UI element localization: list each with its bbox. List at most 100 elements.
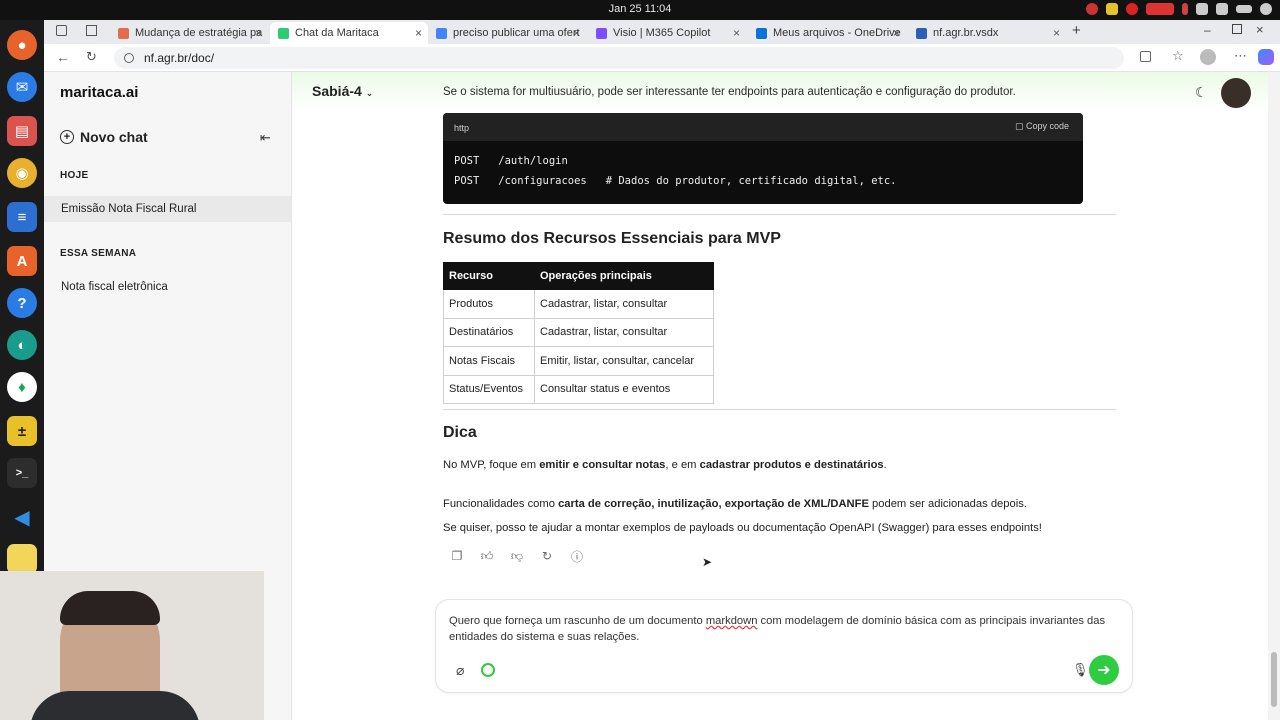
favorites-icon[interactable]: ☆: [1172, 48, 1184, 64]
firefox-icon[interactable]: ●: [7, 30, 37, 60]
tip-heading: Dica: [443, 424, 477, 441]
message-input[interactable]: Quero que forneça um rascunho de um docu…: [449, 613, 1109, 645]
webcam-shirt: [30, 691, 200, 720]
close-icon[interactable]: ×: [573, 26, 580, 40]
record-icon[interactable]: [1126, 3, 1138, 15]
tab-favicon-icon: [118, 27, 129, 39]
later-paragraph: Funcionalidades como carta de correção, …: [443, 498, 1027, 510]
offer-paragraph: Se quiser, posso te ajudar a montar exem…: [443, 522, 1042, 534]
table-cell: Cadastrar, listar, consultar: [534, 317, 714, 347]
tab-favicon-icon: [278, 27, 289, 39]
divider: [443, 214, 1116, 215]
terminal-icon[interactable]: >_: [7, 458, 37, 488]
sidebar-chat-item[interactable]: Emissão Nota Fiscal Rural: [44, 196, 291, 222]
text-span: podem ser adicionadas depois.: [868, 498, 1027, 510]
writer-icon[interactable]: ≡: [7, 202, 37, 232]
model-selector[interactable]: Sabiá-4 ⌄: [312, 83, 373, 99]
attach-icon[interactable]: ⌀: [456, 662, 464, 679]
new-tab-icon[interactable]: +: [1072, 22, 1081, 39]
notes-icon[interactable]: [1106, 3, 1118, 15]
vscode-icon[interactable]: ◀: [7, 502, 37, 532]
dark-mode-icon[interactable]: ☾: [1195, 84, 1208, 101]
tab-title: Chat da Maritaca: [295, 27, 379, 39]
close-window-icon[interactable]: ×: [1256, 22, 1264, 37]
copy-code-button[interactable]: ▢ Copy code: [1015, 121, 1069, 132]
tab-0[interactable]: Mudança de estratégia pa ×: [110, 22, 268, 44]
tip-paragraph: No MVP, foque em emitir e consultar nota…: [443, 459, 887, 471]
back-icon[interactable]: ←: [56, 49, 70, 65]
new-chat-button[interactable]: + Novo chat: [60, 129, 148, 145]
thumbs-up-icon[interactable]: 👍︎: [479, 548, 495, 564]
tab-2[interactable]: preciso publicar uma ofert ×: [428, 22, 586, 44]
brand-logo[interactable]: maritaca.ai: [60, 84, 138, 101]
help-icon[interactable]: ?: [7, 288, 37, 318]
mouse-cursor-icon: ➤: [702, 555, 713, 569]
sidebar-chat-item[interactable]: Nota fiscal eletrônica: [44, 274, 291, 300]
model-name: Sabiá-4: [312, 83, 362, 99]
wifi-icon[interactable]: [1196, 3, 1208, 15]
user-avatar[interactable]: [1221, 78, 1251, 108]
tab-title: Visio | M365 Copilot: [613, 27, 711, 39]
scrollbar-thumb[interactable]: [1271, 652, 1277, 707]
power-icon[interactable]: [1260, 3, 1272, 15]
tab-1[interactable]: Chat da Maritaca ×: [270, 22, 428, 44]
close-icon[interactable]: ×: [415, 26, 422, 40]
resources-table: Recurso Operações principais Produtos Ca…: [443, 262, 714, 404]
text-span: Quero que forneça um rascunho de um docu…: [449, 615, 706, 627]
rhythmbox-icon[interactable]: ◉: [7, 158, 37, 188]
table-cell: Consultar status e eventos: [534, 374, 714, 404]
divider: [443, 409, 1116, 410]
tab-4[interactable]: Meus arquivos - OneDrive ×: [748, 22, 906, 44]
volume-icon[interactable]: [1216, 3, 1228, 15]
mongodb-icon[interactable]: ♦: [7, 372, 37, 402]
close-icon[interactable]: ×: [733, 26, 740, 40]
regenerate-icon[interactable]: ↻: [539, 548, 555, 564]
software-center-icon[interactable]: A: [7, 246, 37, 276]
microphone-icon[interactable]: 🎙︎: [1072, 662, 1089, 678]
thumbs-down-icon[interactable]: 👎︎: [509, 548, 525, 564]
profile-icon[interactable]: [1200, 49, 1216, 65]
today-label: HOJE: [60, 170, 89, 181]
tab-title: Meus arquivos - OneDrive: [773, 27, 901, 39]
vpn-icon[interactable]: [1086, 3, 1098, 15]
screencast-icon[interactable]: [1146, 3, 1174, 15]
table-header-row: Recurso Operações principais: [443, 262, 714, 290]
address-bar[interactable]: nf.agr.br/doc/: [114, 47, 1124, 69]
table-cell: Emitir, listar, consultar, cancelar: [534, 346, 714, 376]
settings-menu-icon[interactable]: ⋯: [1234, 48, 1247, 64]
close-icon[interactable]: ×: [1053, 26, 1060, 40]
bold-text: emitir e consultar notas: [539, 459, 666, 471]
edge-icon[interactable]: ◐: [7, 330, 37, 360]
info-icon[interactable]: ⓘ: [569, 548, 585, 564]
send-button[interactable]: ➜: [1089, 655, 1119, 685]
thunderbird-icon[interactable]: ✉: [7, 72, 37, 102]
code-block: http ▢ Copy code POST /auth/login POST /…: [443, 113, 1083, 204]
tab-5[interactable]: nf.agr.br.vsdx ×: [908, 22, 1066, 44]
table-cell: Produtos: [443, 289, 535, 319]
minimize-icon[interactable]: –: [1204, 23, 1211, 37]
maximize-icon[interactable]: [1232, 24, 1242, 34]
page-scrollbar[interactable]: [1268, 72, 1280, 720]
battery-icon[interactable]: [1236, 5, 1252, 13]
bold-text: carta de correção, inutilização, exporta…: [558, 498, 869, 510]
plus-circle-icon: +: [60, 130, 74, 144]
close-icon[interactable]: ×: [255, 26, 262, 40]
tab-actions-icon[interactable]: [56, 25, 67, 36]
site-info-icon[interactable]: [124, 53, 134, 63]
message-composer[interactable]: Quero que forneça um rascunho de um docu…: [435, 599, 1133, 693]
reload-icon[interactable]: ↻: [86, 49, 97, 65]
install-app-icon[interactable]: [1140, 51, 1151, 62]
copilot-icon[interactable]: [1258, 49, 1274, 65]
table-row: Notas Fiscais Emitir, listar, consultar,…: [443, 346, 714, 376]
tab-overview-icon[interactable]: [86, 25, 97, 36]
chevron-down-icon: ⌄: [365, 88, 374, 98]
collapse-sidebar-icon[interactable]: ⇤: [260, 130, 271, 146]
web-search-icon[interactable]: [481, 663, 495, 677]
files-icon[interactable]: ▤: [7, 116, 37, 146]
copy-icon[interactable]: ❐: [449, 548, 465, 564]
tab-3[interactable]: Visio | M365 Copilot ×: [588, 22, 746, 44]
mic-icon[interactable]: [1182, 3, 1188, 15]
calculator-icon[interactable]: ±: [7, 416, 37, 446]
sticky-notes-icon[interactable]: [7, 544, 37, 574]
close-icon[interactable]: ×: [893, 26, 900, 40]
